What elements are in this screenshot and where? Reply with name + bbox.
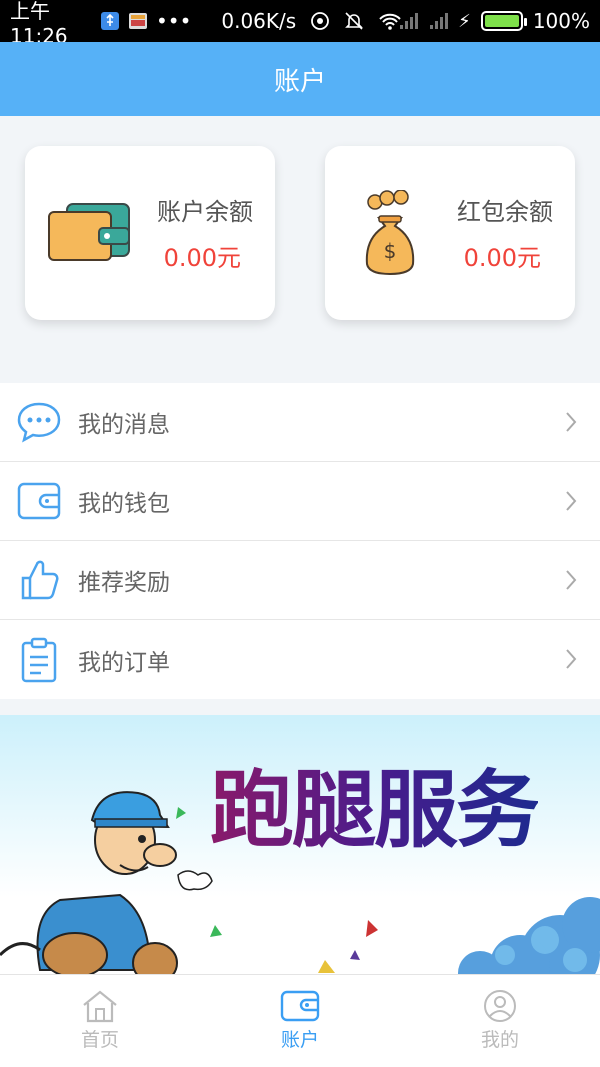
wifi-icon — [378, 11, 401, 31]
chevron-right-icon — [566, 649, 577, 669]
nav-label-account: 账户 — [280, 1029, 319, 1051]
charging-icon: ⚡ — [458, 10, 471, 32]
wallet-outline-icon — [16, 478, 62, 524]
clipboard-icon — [16, 637, 62, 683]
menu-item-my-wallet[interactable]: 我的钱包 — [0, 462, 600, 541]
menu-item-my-orders[interactable]: 我的订单 — [0, 620, 600, 699]
battery-text: 100% — [532, 9, 590, 33]
red-packet-balance-label: 红包余额 — [457, 198, 553, 226]
menu-label-referral-rewards: 推荐奖励 — [78, 570, 170, 596]
money-bag-icon: $ — [361, 189, 419, 280]
network-speed: 0.06K/s — [221, 9, 297, 33]
nav-tab-home[interactable]: 首页 — [0, 975, 200, 1067]
menu-item-my-messages[interactable]: 我的消息 — [0, 383, 600, 462]
home-icon — [83, 990, 117, 1023]
account-balance-label: 账户余额 — [157, 198, 253, 226]
header-bar: 账户 — [0, 42, 600, 116]
wallet-icon — [47, 202, 131, 266]
banner-title: 跑腿服务 — [210, 743, 540, 864]
signal-icon-2 — [428, 11, 449, 31]
wallet-icon — [280, 990, 320, 1022]
menu-label-my-messages: 我的消息 — [78, 412, 170, 438]
menu-item-referral-rewards[interactable]: 推荐奖励 — [0, 541, 600, 620]
more-notifications-icon: ••• — [155, 9, 192, 33]
account-balance-card[interactable]: 账户余额 0.00元 — [25, 146, 275, 320]
status-bar: 上午11:26 ••• 0.06K/s ⚡ 100% — [0, 0, 600, 48]
nav-label-home: 首页 — [80, 1029, 119, 1051]
status-time: 上午11:26 — [10, 0, 68, 48]
account-balance-amount: 0.00元 — [163, 244, 241, 272]
chevron-right-icon — [566, 570, 577, 590]
message-icon — [16, 399, 62, 445]
red-packet-balance-card[interactable]: $ 红包余额 0.00元 — [325, 146, 575, 320]
mute-icon — [344, 11, 364, 31]
signal-icon — [398, 11, 419, 31]
nav-tab-mine[interactable]: 我的 — [400, 975, 600, 1067]
app-notification-icon — [128, 11, 148, 31]
menu-label-my-orders: 我的订单 — [78, 649, 170, 676]
usb-icon — [100, 11, 120, 31]
errand-service-banner[interactable]: 跑腿服务 — [0, 715, 600, 975]
nav-tab-account[interactable]: 账户 — [200, 975, 400, 1067]
thumbs-up-icon — [16, 557, 62, 603]
svg-text:$: $ — [384, 239, 397, 263]
account-menu-list: 我的消息 我的钱包 推荐奖励 我的订单 — [0, 383, 600, 699]
hotspot-icon — [310, 11, 330, 31]
chevron-right-icon — [566, 412, 577, 432]
user-icon — [484, 990, 516, 1022]
menu-label-my-wallet: 我的钱包 — [78, 491, 170, 517]
nav-label-mine: 我的 — [480, 1029, 519, 1051]
bottom-navigation: 首页 账户 我的 — [0, 974, 600, 1067]
battery-indicator — [480, 11, 527, 31]
red-packet-balance-amount: 0.00元 — [463, 244, 541, 272]
chevron-right-icon — [566, 491, 577, 511]
page-title: 账户 — [273, 66, 326, 97]
